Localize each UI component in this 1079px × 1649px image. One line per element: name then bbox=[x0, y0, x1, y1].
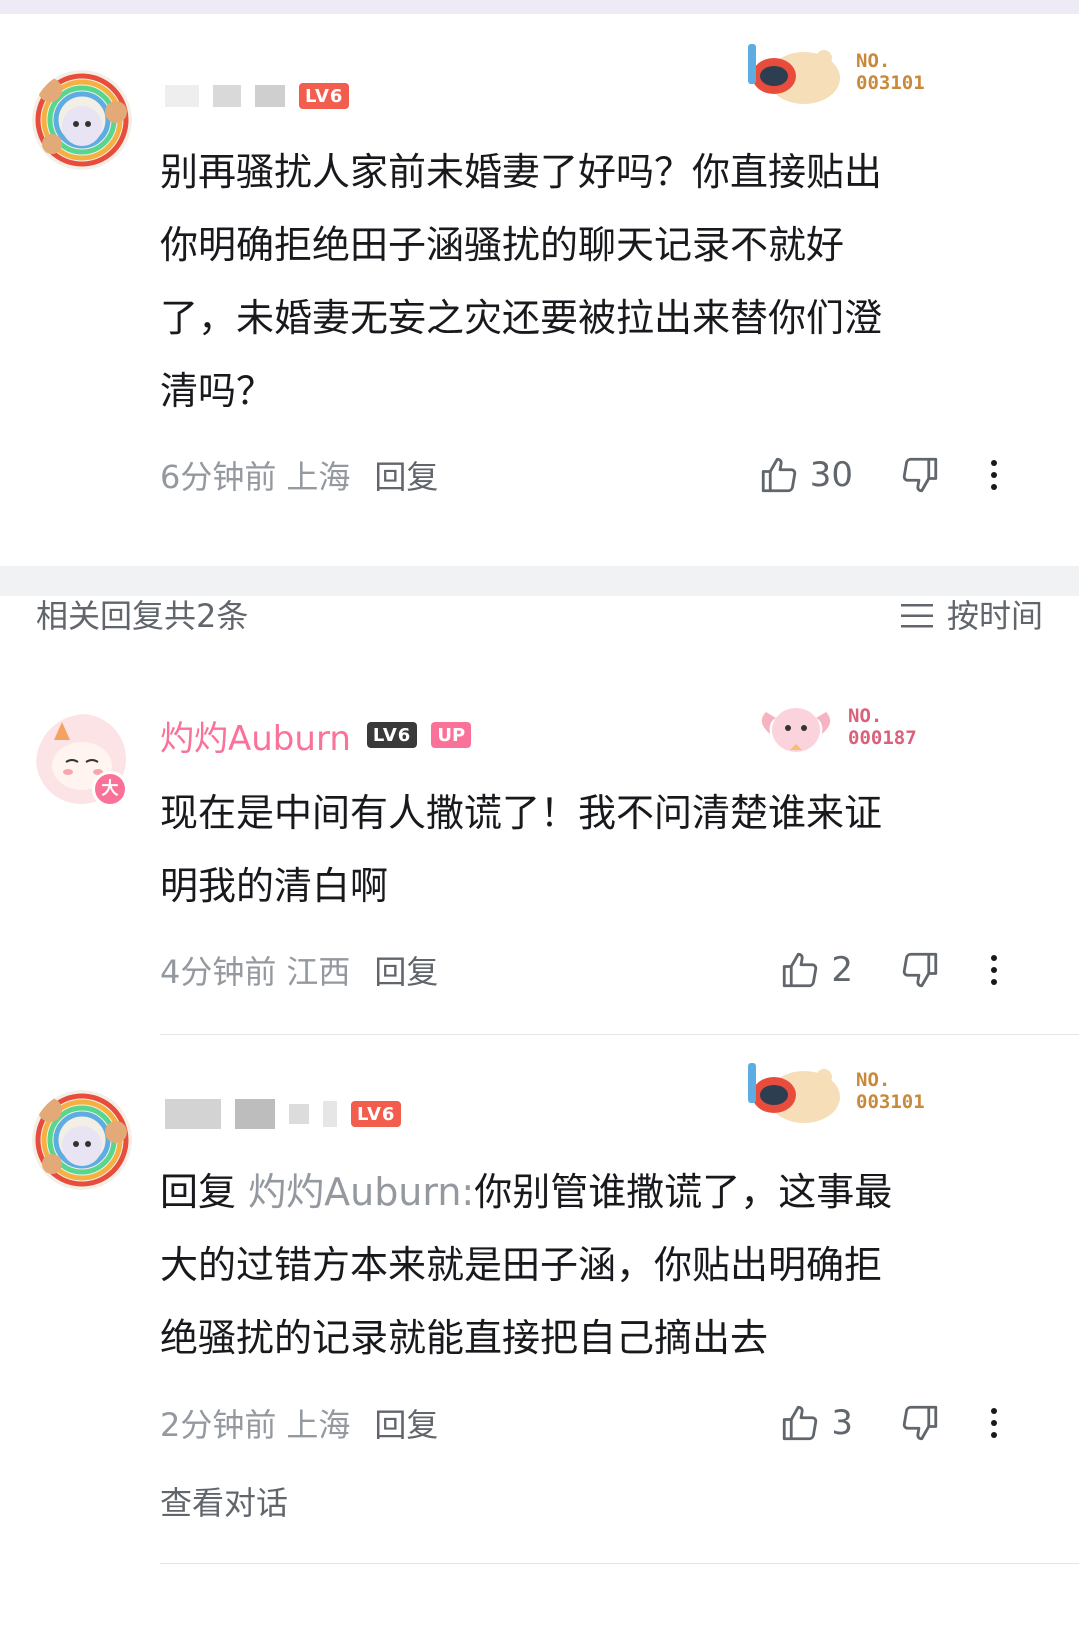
avatar-vip-badge: 大 bbox=[92, 771, 128, 807]
reply-actions: 3 bbox=[779, 1398, 1079, 1448]
dislike-button[interactable] bbox=[899, 454, 941, 496]
reply-button[interactable]: 回复 bbox=[374, 452, 438, 498]
section-divider bbox=[0, 566, 1079, 596]
comment-content: 别再骚扰人家前未婚妻了好吗？你直接贴出 你明确拒绝田子涵骚扰的聊天记录不就好 了… bbox=[160, 150, 883, 413]
thumb-down-icon bbox=[902, 952, 938, 988]
fan-medal-number: NO. 003101 bbox=[856, 50, 925, 94]
reply-meta: 4分钟前 江西 回复 bbox=[160, 948, 438, 992]
reply-time: 2分钟前 bbox=[160, 1406, 277, 1444]
more-vertical-icon[interactable] bbox=[989, 1408, 999, 1438]
like-button[interactable]: 3 bbox=[779, 1402, 853, 1444]
reply-text-line: 大的过错方本来就是田子涵，你贴出明确拒 bbox=[160, 1243, 883, 1287]
sort-lines-icon bbox=[900, 604, 933, 628]
top-bar-strip bbox=[0, 0, 1079, 14]
reply-actions: 2 bbox=[779, 945, 1079, 995]
fan-medal-number: NO. 000187 bbox=[848, 705, 917, 749]
masked-name-part bbox=[165, 85, 199, 107]
level-badge: LV6 bbox=[351, 1101, 402, 1127]
reply-separator bbox=[160, 1563, 1079, 1564]
avatar-image bbox=[32, 1090, 132, 1190]
avatar-image bbox=[32, 70, 132, 170]
reply-target-link[interactable]: 灼灼Auburn: bbox=[248, 1170, 474, 1214]
level-badge: LV6 bbox=[366, 722, 418, 748]
reply-location: 江西 bbox=[286, 953, 351, 991]
view-conversation-link[interactable]: 查看对话 bbox=[160, 1478, 288, 1524]
up-tag: UP bbox=[431, 722, 472, 748]
comment-meta: 6分钟前 上海 回复 bbox=[160, 453, 438, 497]
thumb-up-icon bbox=[761, 457, 796, 493]
dislike-button[interactable] bbox=[899, 1402, 941, 1444]
more-vertical-icon[interactable] bbox=[989, 460, 999, 490]
like-button[interactable]: 2 bbox=[779, 949, 853, 991]
sort-label: 按时间 bbox=[946, 597, 1043, 635]
avatar[interactable] bbox=[32, 70, 132, 170]
fan-medal[interactable]: NO. 003101 bbox=[744, 36, 925, 108]
reply-text-line: 绝骚扰的记录就能直接把自己摘出去 bbox=[160, 1316, 769, 1360]
reply-button[interactable]: 回复 bbox=[374, 1400, 438, 1446]
masked-name-part bbox=[289, 1104, 309, 1124]
masked-name-part bbox=[235, 1099, 275, 1129]
reply-text-line: 你别管谁撒谎了，这事最 bbox=[474, 1170, 893, 1214]
fan-medal-image bbox=[748, 44, 840, 104]
comment-time: 6分钟前 bbox=[160, 458, 277, 496]
username-masked[interactable]: LV6 bbox=[165, 74, 350, 118]
reply-meta: 2分钟前 上海 回复 bbox=[160, 1401, 438, 1445]
fan-medal-number: NO. 003101 bbox=[856, 1069, 925, 1113]
like-count: 2 bbox=[831, 950, 853, 990]
like-button[interactable]: 30 bbox=[758, 454, 853, 496]
fan-medal-image bbox=[761, 708, 831, 752]
replies-count-title: 相关回复共2条 bbox=[36, 597, 249, 635]
reply-content: 回复 灼灼Auburn:你别管谁撒谎了，这事最 大的过错方本来就是田子涵，你贴出… bbox=[160, 1156, 990, 1375]
fan-medal[interactable]: NO. 000187 bbox=[752, 692, 917, 762]
reply-time: 4分钟前 bbox=[160, 953, 277, 991]
more-vertical-icon[interactable] bbox=[989, 955, 999, 985]
reply-first-line: 回复 灼灼Auburn:你别管谁撒谎了，这事最 bbox=[160, 1156, 990, 1229]
fan-medal-image bbox=[748, 1063, 840, 1123]
reply-location: 上海 bbox=[286, 1406, 351, 1444]
reply-separator bbox=[160, 1034, 1079, 1035]
level-badge: LV6 bbox=[299, 83, 350, 109]
like-count: 3 bbox=[831, 1403, 853, 1443]
fan-medal[interactable]: NO. 003101 bbox=[744, 1055, 925, 1127]
thumb-up-icon bbox=[783, 952, 818, 988]
masked-name-part bbox=[323, 1101, 337, 1127]
thumb-down-icon bbox=[902, 457, 938, 493]
username[interactable]: 灼灼Auburn LV6 UP bbox=[160, 713, 472, 759]
thumb-up-icon bbox=[783, 1405, 818, 1441]
dislike-button[interactable] bbox=[899, 949, 941, 991]
thumb-down-icon bbox=[902, 1405, 938, 1441]
sort-button[interactable]: 按时间 bbox=[899, 596, 1043, 636]
masked-name-part bbox=[165, 1099, 221, 1129]
avatar[interactable] bbox=[32, 1090, 132, 1190]
like-count: 30 bbox=[809, 455, 853, 495]
username-text: 灼灼Auburn bbox=[160, 718, 351, 759]
reply-prefix: 回复 bbox=[160, 1170, 237, 1214]
reply-button[interactable]: 回复 bbox=[374, 947, 438, 993]
reply-content: 现在是中间有人撒谎了！我不问清楚谁来证 明我的清白啊 bbox=[160, 791, 883, 908]
username-masked[interactable]: LV6 bbox=[165, 1092, 402, 1136]
comment-location: 上海 bbox=[286, 458, 351, 496]
masked-name-part bbox=[255, 85, 285, 107]
masked-name-part bbox=[213, 85, 241, 107]
comment-actions: 30 bbox=[758, 450, 1079, 500]
replies-header: 相关回复共2条 按时间 bbox=[36, 596, 1043, 636]
